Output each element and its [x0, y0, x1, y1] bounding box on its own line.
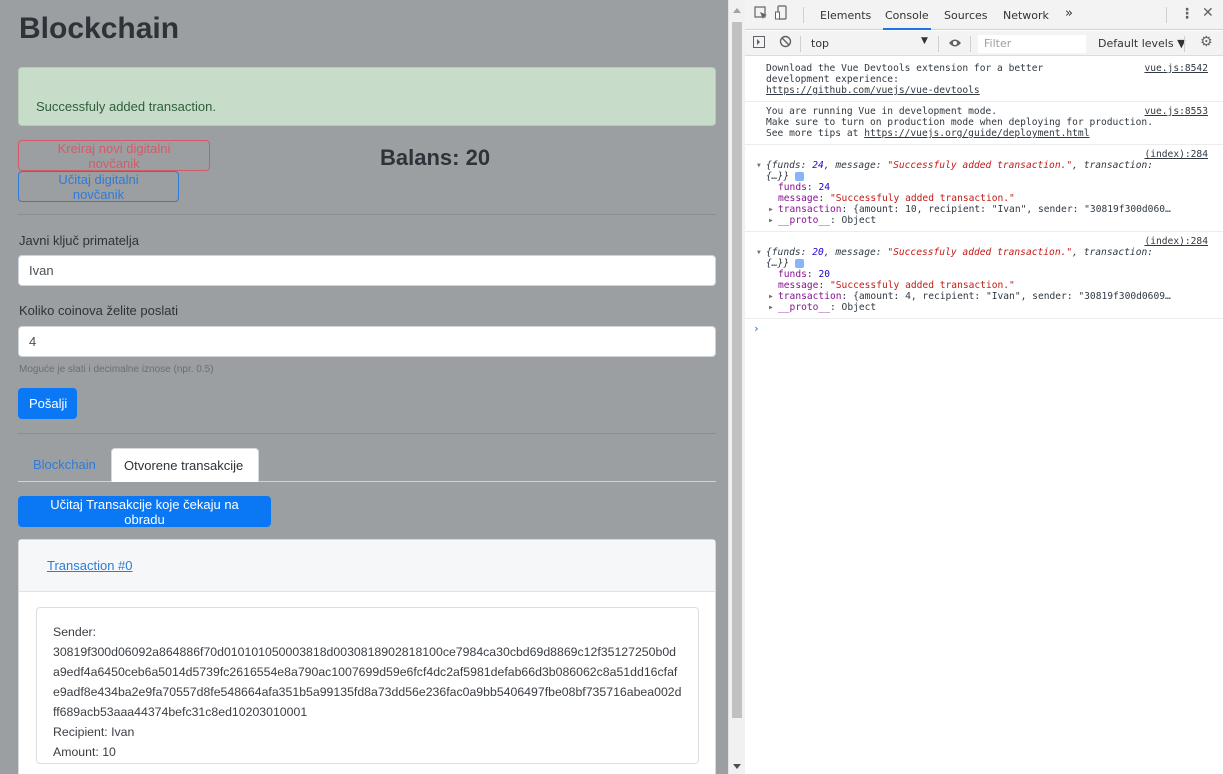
toolbar-separator	[1166, 7, 1167, 23]
success-alert: Successfuly added transaction.	[18, 67, 716, 126]
transaction-value: {amount: 10, recipient: "Ivan", sender: …	[853, 204, 1171, 215]
divider	[18, 214, 716, 215]
settings-gear-icon[interactable]: ⚙	[1200, 34, 1213, 50]
transaction-link[interactable]: Transaction #0	[47, 558, 133, 573]
scroll-up-arrow-icon[interactable]	[733, 8, 741, 13]
toolbar-separator	[1184, 36, 1185, 52]
kebab-menu-icon[interactable]: ⋮	[1180, 6, 1194, 22]
create-wallet-button[interactable]: Kreiraj novi digitalni novčanik	[18, 140, 210, 171]
info-icon	[794, 171, 804, 181]
funds-value: 20	[812, 247, 824, 258]
clear-console-icon[interactable]	[779, 35, 792, 52]
tab-open-transactions[interactable]: Otvorene transakcije	[111, 448, 259, 482]
console-log-object[interactable]: (index):284 ▾ {funds: 20, message: "Succe…	[745, 232, 1223, 319]
alert-text: Successfuly added transaction.	[36, 99, 216, 114]
context-dropdown-icon[interactable]: ▼	[921, 36, 928, 46]
amount-text: Amount: 10	[53, 745, 116, 759]
expand-triangle-icon[interactable]: ▸	[768, 302, 778, 313]
transaction-value: {amount: 4, recipient: "Ivan", sender: "…	[853, 291, 1171, 302]
console-output: vue.js:8542 Download the Vue Devtools ex…	[745, 57, 1223, 338]
close-icon[interactable]: ✕	[1202, 5, 1214, 21]
tab-console[interactable]: Console	[883, 0, 931, 30]
toolbar-separator	[938, 36, 939, 52]
message-value: "Successfuly added transaction."	[830, 280, 1015, 291]
toolbar-separator	[970, 36, 971, 52]
transaction-card-header: Transaction #0	[19, 540, 715, 592]
context-selector[interactable]: top	[811, 37, 829, 50]
message-link[interactable]: https://github.com/vuejs/vue-devtools	[766, 85, 980, 96]
source-link[interactable]: (index):284	[1144, 236, 1208, 247]
info-icon	[794, 258, 804, 268]
recipient-text: Recipient: Ivan	[53, 725, 135, 739]
scrollbar-thumb[interactable]	[732, 22, 742, 718]
scroll-down-arrow-icon[interactable]	[733, 764, 741, 769]
message-text: See more tips at	[766, 128, 865, 139]
recipient-label: Javni ključ primatelja	[19, 233, 139, 248]
console-prompt-icon[interactable]: ›	[745, 319, 1223, 338]
tab-elements[interactable]: Elements	[818, 0, 873, 30]
toolbar-separator	[803, 7, 804, 23]
message-value: "Successfuly added transaction."	[830, 193, 1015, 204]
source-link[interactable]: vue.js:8542	[1144, 63, 1208, 74]
collapse-triangle-icon[interactable]: ▾	[756, 247, 766, 258]
tab-sources[interactable]: Sources	[942, 0, 990, 30]
page-title: Blockchain	[19, 12, 180, 45]
amount-label: Koliko coinova želite poslati	[19, 303, 178, 318]
console-message: vue.js:8542 Download the Vue Devtools ex…	[745, 57, 1223, 102]
sidebar-toggle-icon[interactable]	[753, 36, 765, 52]
sender-label: Sender:	[53, 625, 97, 639]
divider	[18, 433, 716, 434]
console-message: vue.js:8553 You are running Vue in devel…	[745, 102, 1223, 145]
send-button[interactable]: Pošalji	[18, 388, 77, 419]
balance-display: Balans: 20	[380, 145, 491, 170]
message-text: Make sure to turn on production mode whe…	[766, 117, 1153, 128]
tab-blockchain[interactable]: Blockchain	[21, 448, 108, 482]
sender-key: 30819f300d06092a864886f70d01010105000381…	[53, 645, 682, 719]
tab-network[interactable]: Network	[1001, 0, 1051, 30]
console-log-object[interactable]: (index):284 ▾ {funds: 24, message: "Succe…	[745, 145, 1223, 232]
funds-value: 24	[818, 182, 831, 193]
page-scrollbar[interactable]	[728, 0, 745, 774]
device-toolbar-icon[interactable]	[775, 5, 789, 25]
message-link[interactable]: https://vuejs.org/guide/deployment.html	[864, 128, 1089, 139]
amount-input[interactable]: 4	[18, 326, 716, 357]
source-link[interactable]: (index):284	[1144, 149, 1208, 160]
console-filter-input[interactable]: Filter	[978, 35, 1086, 53]
funds-value: 20	[818, 269, 831, 280]
funds-value: 24	[812, 160, 824, 171]
transaction-details: Sender: 30819f300d06092a864886f70d010101…	[36, 607, 699, 764]
app-pane: Blockchain Successfuly added transaction…	[0, 0, 728, 774]
proto-value: Object	[841, 215, 877, 226]
proto-value: Object	[841, 302, 877, 313]
load-pending-transactions-button[interactable]: Učitaj Transakcije koje čekaju na obradu	[18, 496, 271, 527]
tab-bar: Blockchain Otvorene transakcije	[18, 448, 716, 482]
devtools-panel: Elements Console Sources Network » ⋮ ✕ t…	[745, 0, 1223, 774]
source-link[interactable]: vue.js:8553	[1144, 106, 1208, 117]
inspect-element-icon[interactable]	[754, 6, 768, 24]
transaction-card: Transaction #0 Sender: 30819f300d06092a8…	[18, 539, 716, 774]
recipient-input[interactable]: Ivan	[18, 255, 716, 286]
more-tabs-icon[interactable]: »	[1063, 0, 1075, 30]
expand-triangle-icon[interactable]: ▸	[768, 215, 778, 226]
collapse-triangle-icon[interactable]: ▾	[756, 160, 766, 171]
expand-triangle-icon[interactable]: ▸	[768, 204, 778, 215]
toolbar-separator	[800, 36, 801, 52]
devtools-toolbar: Elements Console Sources Network » ⋮ ✕	[745, 0, 1223, 30]
console-filter-bar: top ▼ Filter Default levels ▼ ⚙	[745, 31, 1223, 56]
amount-hint: Moguće je slati i decimalne iznose (npr.…	[19, 364, 214, 375]
expand-triangle-icon[interactable]: ▸	[768, 291, 778, 302]
live-expression-eye-icon[interactable]	[948, 37, 962, 52]
message-text: development experience:	[766, 74, 899, 85]
log-levels-dropdown[interactable]: Default levels ▼	[1098, 37, 1186, 50]
load-wallet-button[interactable]: Učitaj digitalni novčanik	[18, 171, 179, 202]
